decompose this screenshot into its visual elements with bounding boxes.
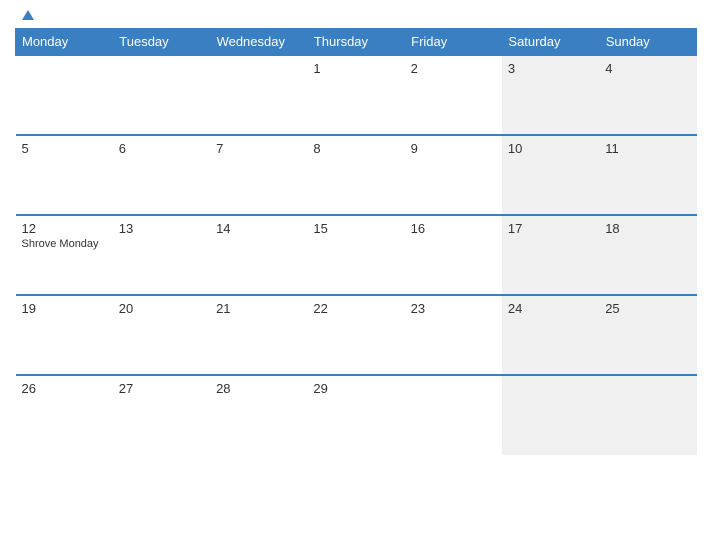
day-number: 14 (216, 221, 301, 236)
calendar-container: MondayTuesdayWednesdayThursdayFridaySatu… (0, 0, 712, 550)
day-number: 29 (313, 381, 398, 396)
calendar-cell: 13 (113, 215, 210, 295)
week-row: 1234 (16, 55, 697, 135)
calendar-cell: 27 (113, 375, 210, 455)
calendar-cell: 1 (307, 55, 404, 135)
calendar-cell: 18 (599, 215, 696, 295)
calendar-cell: 23 (405, 295, 502, 375)
weekday-header-monday: Monday (16, 29, 113, 56)
calendar-cell: 16 (405, 215, 502, 295)
calendar-cell: 15 (307, 215, 404, 295)
calendar-cell (16, 55, 113, 135)
day-number: 9 (411, 141, 496, 156)
day-number: 4 (605, 61, 690, 76)
calendar-cell: 12 Shrove Monday (16, 215, 113, 295)
day-number: 17 (508, 221, 593, 236)
day-number: 18 (605, 221, 690, 236)
weekday-header-thursday: Thursday (307, 29, 404, 56)
week-row: 26 27 28 29 (16, 375, 697, 455)
weekday-header-sunday: Sunday (599, 29, 696, 56)
calendar-cell: 29 (307, 375, 404, 455)
weekday-header-row: MondayTuesdayWednesdayThursdayFridaySatu… (16, 29, 697, 56)
calendar-cell: 24 (502, 295, 599, 375)
calendar-cell (502, 375, 599, 455)
day-number: 8 (313, 141, 398, 156)
day-number: 28 (216, 381, 301, 396)
calendar-cell: 3 (502, 55, 599, 135)
week-row: 56789 10 11 (16, 135, 697, 215)
logo-triangle-icon (22, 10, 34, 20)
day-number: 21 (216, 301, 301, 316)
day-number: 15 (313, 221, 398, 236)
weekday-header-friday: Friday (405, 29, 502, 56)
day-number: 11 (605, 141, 690, 156)
day-number: 26 (22, 381, 107, 396)
day-number: 5 (22, 141, 107, 156)
calendar-cell: 5 (16, 135, 113, 215)
calendar-cell: 28 (210, 375, 307, 455)
calendar-cell (405, 375, 502, 455)
weekday-header-tuesday: Tuesday (113, 29, 210, 56)
logo (20, 10, 34, 20)
day-number: 27 (119, 381, 204, 396)
calendar-cell: 10 (502, 135, 599, 215)
calendar-cell (599, 375, 696, 455)
calendar-cell: 2 (405, 55, 502, 135)
calendar-header (15, 10, 697, 20)
day-number: 12 (22, 221, 107, 236)
calendar-cell: 21 (210, 295, 307, 375)
weekday-header-wednesday: Wednesday (210, 29, 307, 56)
day-number: 2 (411, 61, 496, 76)
week-row: 12 Shrove Monday 13 14 15 16 17 18 (16, 215, 697, 295)
day-number: 13 (119, 221, 204, 236)
calendar-cell: 25 (599, 295, 696, 375)
day-number: 20 (119, 301, 204, 316)
day-number: 10 (508, 141, 593, 156)
calendar-table: MondayTuesdayWednesdayThursdayFridaySatu… (15, 28, 697, 455)
day-number: 16 (411, 221, 496, 236)
weekday-header-saturday: Saturday (502, 29, 599, 56)
day-number: 1 (313, 61, 398, 76)
day-number: 23 (411, 301, 496, 316)
calendar-cell: 20 (113, 295, 210, 375)
calendar-cell: 17 (502, 215, 599, 295)
day-number: 7 (216, 141, 301, 156)
week-row: 19 20 21 22 23 24 25 (16, 295, 697, 375)
calendar-cell (210, 55, 307, 135)
calendar-cell: 26 (16, 375, 113, 455)
event-label: Shrove Monday (22, 238, 107, 250)
calendar-cell: 6 (113, 135, 210, 215)
day-number: 22 (313, 301, 398, 316)
calendar-cell: 4 (599, 55, 696, 135)
day-number: 24 (508, 301, 593, 316)
calendar-cell (113, 55, 210, 135)
day-number: 6 (119, 141, 204, 156)
day-number: 3 (508, 61, 593, 76)
day-number: 19 (22, 301, 107, 316)
calendar-cell: 19 (16, 295, 113, 375)
calendar-cell: 11 (599, 135, 696, 215)
calendar-cell: 22 (307, 295, 404, 375)
calendar-cell: 14 (210, 215, 307, 295)
calendar-cell: 9 (405, 135, 502, 215)
calendar-cell: 7 (210, 135, 307, 215)
calendar-cell: 8 (307, 135, 404, 215)
day-number: 25 (605, 301, 690, 316)
